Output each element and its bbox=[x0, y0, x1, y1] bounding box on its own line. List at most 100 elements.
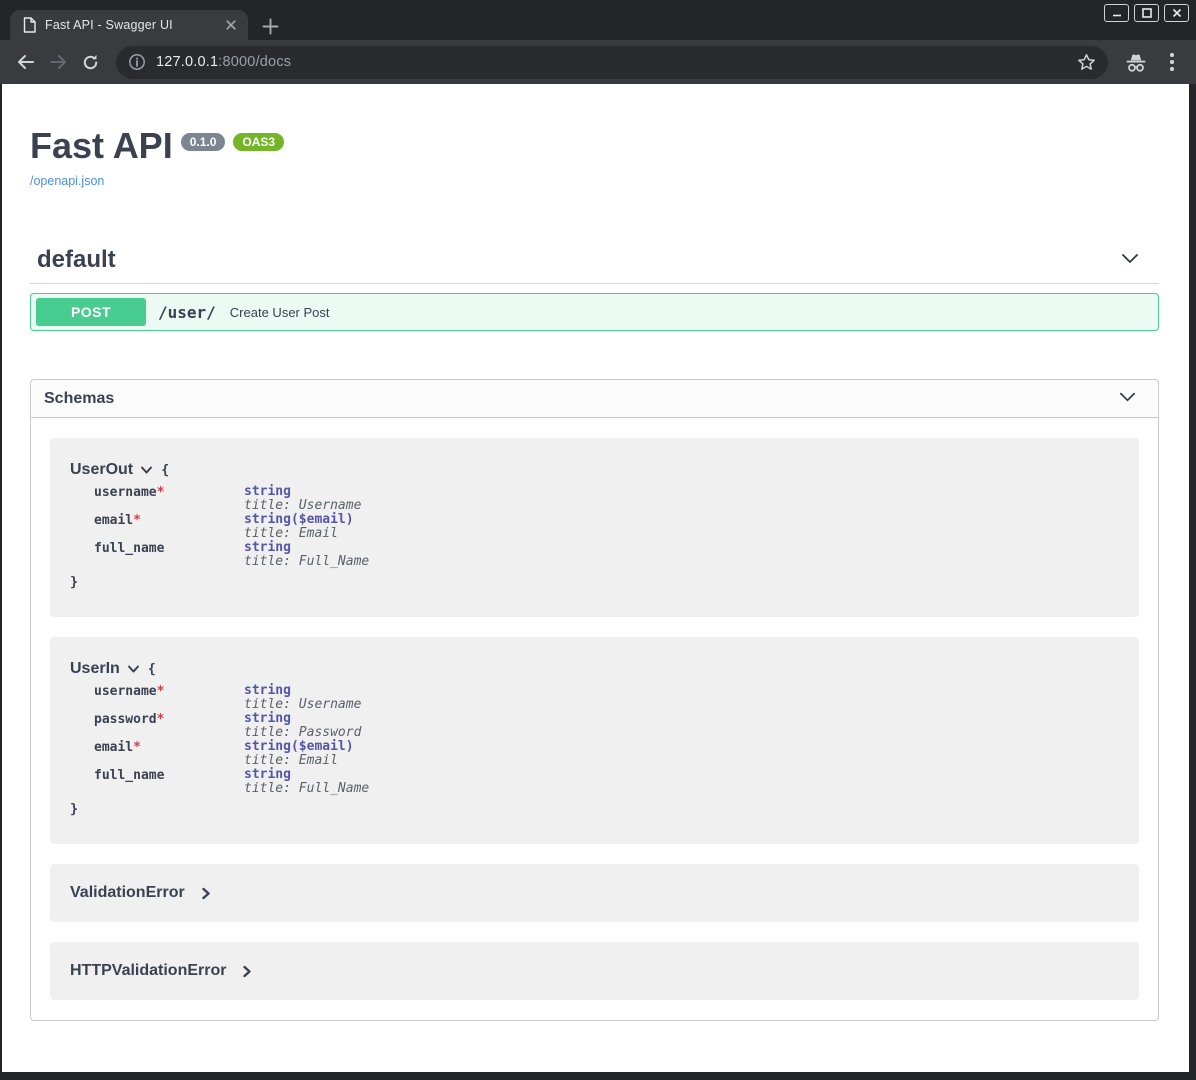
property-name: password* bbox=[94, 712, 244, 740]
url-text: 127.0.0.1:8000/docs bbox=[156, 54, 291, 70]
model-title: UserIn bbox=[70, 660, 120, 678]
required-star: * bbox=[157, 485, 165, 500]
property-type: string($email) bbox=[244, 740, 354, 754]
property-type: string bbox=[244, 768, 369, 782]
maximize-icon bbox=[1141, 7, 1153, 19]
model-toggle[interactable]: HTTPValidationError bbox=[70, 962, 1119, 980]
chevron-down-icon[interactable] bbox=[1119, 247, 1141, 274]
schemas-header[interactable]: Schemas bbox=[31, 380, 1158, 418]
chevron-right-icon bbox=[241, 965, 253, 978]
opblock-post-user[interactable]: POST /user/ Create User Post bbox=[30, 293, 1159, 331]
tab-title: Fast API - Swagger UI bbox=[45, 18, 216, 32]
page-title: Fast API bbox=[30, 126, 173, 166]
api-info: Fast API 0.1.0 OAS3 /openapi.json bbox=[30, 84, 1159, 190]
required-star: * bbox=[157, 684, 165, 699]
maximize-button[interactable] bbox=[1134, 4, 1159, 22]
property-name: username* bbox=[94, 485, 244, 513]
swagger-wrapper: Fast API 0.1.0 OAS3 /openapi.json defaul… bbox=[2, 84, 1189, 1021]
arrow-right-icon bbox=[47, 51, 69, 73]
arrow-left-icon bbox=[15, 51, 37, 73]
new-tab-button[interactable] bbox=[258, 14, 282, 38]
chevron-down-icon bbox=[140, 465, 153, 476]
property-info: stringtitle: Password bbox=[244, 712, 361, 740]
model-toggle[interactable]: UserIn { bbox=[70, 660, 1119, 678]
plus-icon bbox=[261, 17, 280, 36]
property-name: full_name bbox=[94, 541, 244, 569]
property-info: string($email)title: Email bbox=[244, 513, 354, 541]
browser-toolbar: 127.0.0.1:8000/docs bbox=[0, 40, 1196, 84]
required-star: * bbox=[133, 513, 141, 528]
property-name: email* bbox=[94, 740, 244, 768]
oas3-badge: OAS3 bbox=[233, 133, 284, 151]
titlebar: Fast API - Swagger UI bbox=[0, 0, 1196, 40]
kebab-dot bbox=[1170, 60, 1174, 64]
property-row: password*stringtitle: Password bbox=[94, 712, 1119, 740]
property-info: stringtitle: Full_Name bbox=[244, 768, 369, 796]
tag-section-default[interactable]: default bbox=[30, 246, 1159, 284]
forward-button[interactable] bbox=[42, 46, 74, 78]
url-host: 127.0.0.1 bbox=[156, 54, 218, 70]
info-icon[interactable] bbox=[128, 53, 146, 71]
method-badge[interactable]: POST bbox=[36, 298, 146, 326]
address-bar[interactable]: 127.0.0.1:8000/docs bbox=[116, 46, 1108, 79]
close-icon bbox=[1171, 7, 1183, 19]
chevron-down-icon bbox=[127, 664, 140, 675]
model-title: HTTPValidationError bbox=[70, 962, 226, 980]
back-button[interactable] bbox=[10, 46, 42, 78]
property-type: string($email) bbox=[244, 513, 354, 527]
swagger-page: Fast API 0.1.0 OAS3 /openapi.json defaul… bbox=[2, 84, 1189, 1072]
brace-close: } bbox=[70, 801, 1119, 817]
property-title: title: Email bbox=[244, 754, 354, 768]
browser-window: Fast API - Swagger UI bbox=[0, 0, 1196, 1080]
property-title: title: Username bbox=[244, 698, 361, 712]
property-name: full_name bbox=[94, 768, 244, 796]
kebab-dot bbox=[1170, 53, 1174, 57]
property-info: stringtitle: Username bbox=[244, 485, 361, 513]
bookmark-button[interactable] bbox=[1077, 53, 1096, 72]
model-card-validationerror: ValidationError bbox=[50, 864, 1139, 922]
model-toggle[interactable]: UserOut{ bbox=[70, 461, 1119, 479]
tab-close-icon[interactable] bbox=[224, 18, 238, 32]
operation-summary: Create User Post bbox=[230, 305, 330, 320]
browser-tab[interactable]: Fast API - Swagger UI bbox=[10, 10, 248, 40]
brace-open: { bbox=[148, 661, 156, 677]
property-list: username*stringtitle: Usernameemail*stri… bbox=[94, 485, 1119, 569]
operation-path: /user/ bbox=[158, 303, 216, 322]
property-title: title: Full_Name bbox=[244, 782, 369, 796]
kebab-dot bbox=[1170, 67, 1174, 71]
property-info: string($email)title: Email bbox=[244, 740, 354, 768]
close-button[interactable] bbox=[1164, 4, 1189, 22]
property-type: string bbox=[244, 485, 361, 499]
minimize-button[interactable] bbox=[1104, 4, 1129, 22]
property-type: string bbox=[244, 712, 361, 726]
version-badge: 0.1.0 bbox=[181, 133, 226, 151]
property-title: title: Username bbox=[244, 499, 361, 513]
property-title: title: Full_Name bbox=[244, 555, 369, 569]
chevron-right-icon bbox=[200, 887, 212, 900]
property-list: username*stringtitle: Usernamepassword*s… bbox=[94, 684, 1119, 796]
property-info: stringtitle: Full_Name bbox=[244, 541, 369, 569]
minimize-icon bbox=[1111, 7, 1123, 19]
reload-button[interactable] bbox=[74, 46, 106, 78]
schemas-heading: Schemas bbox=[44, 390, 114, 408]
property-row: username*stringtitle: Username bbox=[94, 684, 1119, 712]
required-star: * bbox=[133, 740, 141, 755]
document-icon bbox=[23, 17, 36, 33]
toolbar-right bbox=[1120, 46, 1186, 78]
model-card-userin: UserIn { username*stringtitle: Usernamepas… bbox=[50, 637, 1139, 844]
browser-menu-button[interactable] bbox=[1158, 46, 1186, 78]
star-icon bbox=[1077, 53, 1096, 72]
schemas-body: UserOut{username*stringtitle: Usernameem… bbox=[31, 418, 1158, 1020]
openapi-spec-link[interactable]: /openapi.json bbox=[30, 174, 104, 188]
model-card-httpvalidationerror: HTTPValidationError bbox=[50, 942, 1139, 1000]
model-title: UserOut bbox=[70, 461, 133, 479]
property-row: username*stringtitle: Username bbox=[94, 485, 1119, 513]
url-path: :8000/docs bbox=[218, 54, 291, 70]
property-type: string bbox=[244, 541, 369, 555]
model-title: ValidationError bbox=[70, 884, 185, 902]
property-row: full_namestringtitle: Full_Name bbox=[94, 768, 1119, 796]
model-toggle[interactable]: ValidationError bbox=[70, 884, 1119, 902]
model-card-userout: UserOut{username*stringtitle: Usernameem… bbox=[50, 438, 1139, 617]
window-controls bbox=[1104, 4, 1189, 22]
chevron-down-icon[interactable] bbox=[1117, 386, 1138, 412]
